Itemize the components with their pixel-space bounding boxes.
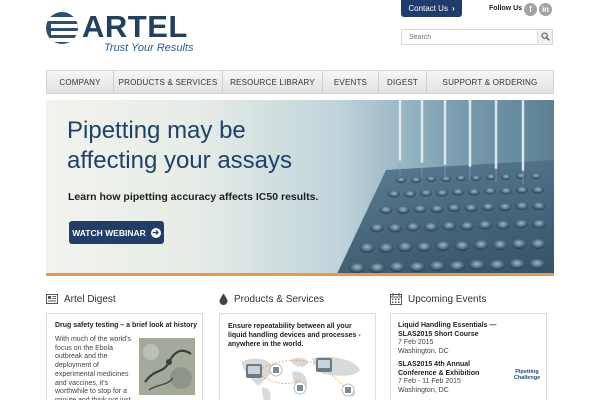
search-icon bbox=[541, 32, 550, 41]
contact-us-label: Contact Us bbox=[408, 4, 448, 13]
search-input[interactable] bbox=[402, 30, 536, 44]
hero-title-line-1: Pipetting may be bbox=[67, 117, 246, 144]
event-title[interactable]: Liquid Handling Essentials — SLAS2015 Sh… bbox=[398, 322, 508, 339]
world-map-image[interactable] bbox=[228, 350, 371, 400]
arrow-right-circle-icon: ➔ bbox=[150, 227, 161, 238]
virus-microscope-image[interactable] bbox=[139, 338, 195, 395]
events-heading: Upcoming Events bbox=[390, 292, 486, 306]
event-item[interactable]: Liquid Handling Essentials — SLAS2015 Sh… bbox=[398, 322, 508, 356]
hero-banner: Pipetting may be affecting your assays L… bbox=[46, 100, 554, 276]
nav-support-ordering[interactable]: SUPPORT & ORDERING bbox=[427, 71, 553, 93]
products-heading-label: Products & Services bbox=[234, 293, 325, 305]
digest-article-excerpt: With much of the world's focus on the Eb… bbox=[55, 336, 132, 400]
event-location: Washington, DC bbox=[398, 386, 449, 394]
products-heading: Products & Services bbox=[219, 292, 324, 306]
events-card: Liquid Handling Essentials — SLAS2015 Sh… bbox=[390, 313, 547, 400]
nav-digest[interactable]: DIGEST bbox=[379, 71, 427, 93]
facebook-icon[interactable]: f bbox=[524, 3, 537, 16]
nav-company[interactable]: COMPANY bbox=[47, 71, 114, 93]
hero-title: Pipetting may be affecting your assays bbox=[67, 116, 292, 176]
events-heading-label: Upcoming Events bbox=[408, 293, 487, 305]
nav-events[interactable]: EVENTS bbox=[323, 71, 379, 93]
products-card: Ensure repeatability between all your li… bbox=[219, 313, 376, 400]
event-location: Washington, DC bbox=[398, 347, 449, 355]
event-title[interactable]: SLAS2015 4th Annual Conference & Exhibit… bbox=[398, 361, 508, 378]
nav-resource-library[interactable]: RESOURCE LIBRARY bbox=[223, 71, 323, 93]
hero-title-line-2: affecting your assays bbox=[67, 147, 293, 174]
logo-wordmark: ARTEL bbox=[82, 9, 188, 44]
linkedin-icon[interactable]: in bbox=[539, 3, 552, 16]
hero-subtitle: Learn how pipetting accuracy affects IC5… bbox=[68, 191, 319, 203]
droplet-icon bbox=[219, 293, 228, 305]
follow-us-label: Follow Us bbox=[489, 5, 523, 12]
digest-card: Drug safety testing – a brief look at hi… bbox=[46, 313, 203, 400]
digest-heading-label: Artel Digest bbox=[64, 293, 116, 305]
search-button[interactable] bbox=[537, 30, 552, 44]
watch-webinar-label: WATCH WEBINAR bbox=[72, 227, 146, 238]
logo-tagline: Trust Your Results bbox=[104, 42, 194, 54]
digest-article-title[interactable]: Drug safety testing – a brief look at hi… bbox=[55, 322, 197, 329]
event-date: 7 Feb - 11 Feb 2015 bbox=[398, 378, 461, 386]
calendar-icon bbox=[390, 293, 402, 305]
digest-heading: Artel Digest bbox=[46, 292, 116, 306]
contact-us-button[interactable]: Contact Us › bbox=[401, 0, 462, 17]
search-box bbox=[401, 29, 553, 45]
nav-products-services[interactable]: PRODUCTS & SERVICES bbox=[114, 71, 223, 93]
pipette-plate-image bbox=[337, 100, 554, 273]
artel-globe-icon bbox=[46, 12, 78, 44]
products-description: Ensure repeatability between all your li… bbox=[228, 323, 361, 348]
watch-webinar-button[interactable]: WATCH WEBINAR ➔ bbox=[69, 221, 164, 244]
event-date: 7 Feb 2015 bbox=[398, 339, 434, 347]
pipetting-challenge-logo[interactable]: Pipetting Challenge bbox=[511, 369, 543, 381]
chevron-right-icon: › bbox=[451, 4, 455, 13]
logo-text-2: Challenge bbox=[513, 375, 541, 381]
newspaper-icon bbox=[46, 294, 58, 304]
event-item[interactable]: SLAS2015 4th Annual Conference & Exhibit… bbox=[398, 361, 508, 395]
artel-logo[interactable]: ARTEL Trust Your Results bbox=[46, 9, 196, 54]
main-nav: COMPANY PRODUCTS & SERVICES RESOURCE LIB… bbox=[46, 70, 554, 94]
